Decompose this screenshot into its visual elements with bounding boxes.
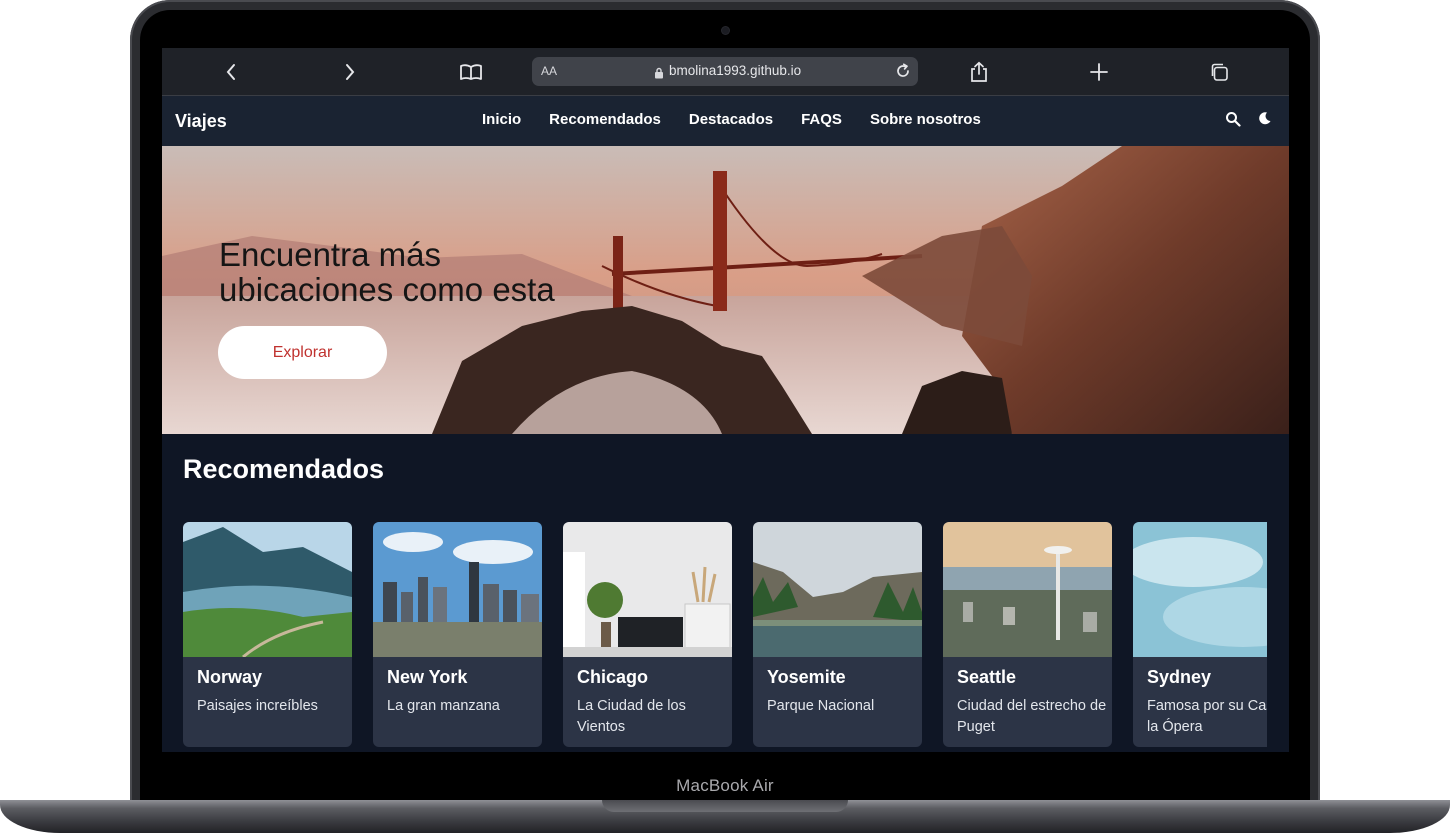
explore-button[interactable]: Explorar — [218, 326, 387, 379]
share-icon[interactable] — [967, 60, 991, 84]
nav-inicio[interactable]: Inicio — [482, 111, 521, 128]
card-yosemite[interactable]: Yosemite Parque Nacional — [753, 522, 922, 747]
card-title: New York — [387, 667, 468, 687]
card-chicago[interactable]: Chicago La Ciudad de los Vientos — [563, 522, 732, 747]
lock-icon — [654, 66, 664, 84]
card-title: Seattle — [957, 667, 1017, 687]
card-title: Norway — [197, 667, 263, 687]
chicago-image — [563, 522, 732, 657]
laptop-notch — [602, 800, 848, 812]
back-icon[interactable] — [219, 60, 243, 84]
hero-banner: Encuentra más ubicaciones como esta Expl… — [162, 146, 1289, 434]
seattle-image — [943, 522, 1112, 657]
reload-icon[interactable] — [894, 62, 912, 85]
browser-toolbar: AA bmolina1993.github.io — [162, 48, 1289, 96]
card-sydney[interactable]: Sydney Famosa por su Casa de la Ópera — [1133, 522, 1267, 747]
reader-aa-button[interactable]: AA — [541, 64, 557, 78]
tabs-overview-icon[interactable] — [1207, 60, 1231, 84]
screen: AA bmolina1993.github.io Viajes Inicio R… — [162, 48, 1289, 752]
hero-title: Encuentra más ubicaciones como esta — [219, 237, 639, 307]
main-nav: Inicio Recomendados Destacados FAQS Sobr… — [482, 111, 1009, 128]
nav-faqs[interactable]: FAQS — [801, 111, 842, 128]
card-description: Ciudad del estrecho de Puget — [957, 698, 1107, 735]
bookmarks-icon[interactable] — [459, 60, 483, 84]
card-description: Famosa por su Casa de la Ópera — [1147, 698, 1267, 735]
search-icon[interactable] — [1225, 111, 1241, 132]
url-text: bmolina1993.github.io — [669, 63, 802, 78]
card-title: Yosemite — [767, 667, 846, 687]
dark-mode-icon[interactable] — [1257, 111, 1272, 131]
card-description: Parque Nacional — [767, 698, 875, 714]
nav-destacados[interactable]: Destacados — [689, 111, 773, 128]
nav-sobre-nosotros[interactable]: Sobre nosotros — [870, 111, 981, 128]
new-york-image — [373, 522, 542, 657]
camera-icon — [722, 27, 729, 34]
norway-image — [183, 522, 352, 657]
device-model-label: MacBook Air — [676, 776, 774, 795]
hero-title-line2: ubicaciones como esta — [219, 271, 555, 308]
recommended-title: Recomendados — [183, 454, 385, 484]
card-title: Sydney — [1147, 667, 1212, 687]
sydney-image — [1133, 522, 1267, 657]
card-description: La Ciudad de los Vientos — [577, 698, 686, 735]
address-bar[interactable]: AA bmolina1993.github.io — [532, 57, 918, 86]
card-description: La gran manzana — [387, 698, 500, 714]
nav-recomendados[interactable]: Recomendados — [549, 111, 661, 128]
card-title: Chicago — [577, 667, 649, 687]
new-tab-icon[interactable] — [1087, 60, 1111, 84]
card-seattle[interactable]: Seattle Ciudad del estrecho de Puget — [943, 522, 1112, 747]
hero-title-line1: Encuentra más — [219, 236, 441, 273]
site-header: Viajes Inicio Recomendados Destacados FA… — [162, 96, 1289, 146]
recommended-carousel[interactable]: Norway Paisajes increíbles New York La g… — [183, 522, 1267, 752]
card-description: Paisajes increíbles — [197, 698, 318, 714]
card-norway[interactable]: Norway Paisajes increíbles — [183, 522, 352, 747]
site-logo[interactable]: Viajes — [175, 111, 227, 132]
card-new-york[interactable]: New York La gran manzana — [373, 522, 542, 747]
forward-icon[interactable] — [338, 60, 362, 84]
yosemite-image — [753, 522, 922, 657]
